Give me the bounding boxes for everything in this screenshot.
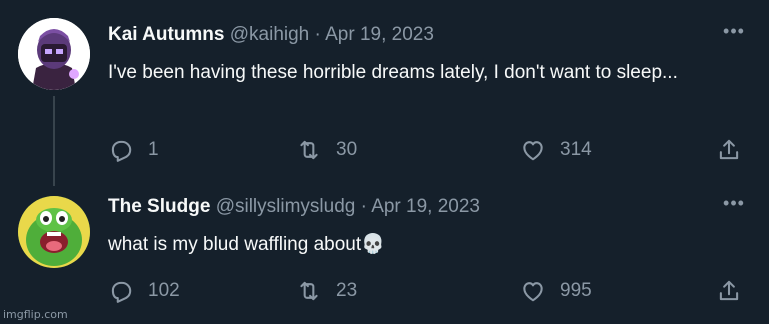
thread-line xyxy=(53,96,55,186)
like-button[interactable]: 314 xyxy=(520,137,592,163)
handle[interactable]: @kaihigh xyxy=(230,24,310,45)
handle[interactable]: @sillyslimysludg xyxy=(216,196,356,217)
retweet-icon xyxy=(300,281,318,301)
tweet[interactable]: The Sludge @sillyslimysludg · Apr 19, 20… xyxy=(0,180,769,324)
reply-button[interactable]: 1 xyxy=(108,137,159,163)
avatar[interactable] xyxy=(18,196,90,268)
tweet-date[interactable]: Apr 19, 2023 xyxy=(371,196,480,217)
share-icon xyxy=(719,280,739,301)
like-count: 995 xyxy=(560,280,592,301)
share-icon xyxy=(719,139,739,160)
tweet-actions: 1 30 314 xyxy=(108,137,748,167)
like-icon xyxy=(523,141,543,161)
separator: · xyxy=(360,196,367,217)
tweet-text: what is my blud waffling about💀 xyxy=(108,234,385,255)
share-button[interactable] xyxy=(716,137,742,163)
share-button[interactable] xyxy=(716,278,742,304)
retweet-button[interactable]: 23 xyxy=(296,278,357,304)
avatar-image xyxy=(18,196,90,268)
like-button[interactable]: 995 xyxy=(520,278,592,304)
tweet-actions: 102 23 995 xyxy=(108,278,748,308)
tweet-text: I've been having these horrible dreams l… xyxy=(108,62,678,83)
display-name[interactable]: The Sludge xyxy=(108,196,210,217)
watermark: imgflip.com xyxy=(3,308,68,321)
reply-count: 102 xyxy=(148,280,180,301)
tweet-header: Kai Autumns @kaihigh · Apr 19, 2023 xyxy=(108,24,434,46)
retweet-count: 30 xyxy=(336,139,358,160)
like-icon xyxy=(523,282,543,302)
more-icon[interactable]: ••• xyxy=(721,194,747,212)
reply-icon xyxy=(111,140,132,162)
like-count: 314 xyxy=(560,139,592,160)
tweet-date[interactable]: Apr 19, 2023 xyxy=(325,24,434,45)
tweet-header: The Sludge @sillyslimysludg · Apr 19, 20… xyxy=(108,196,480,218)
retweet-count: 23 xyxy=(336,280,358,301)
more-icon[interactable]: ••• xyxy=(721,22,747,40)
retweet-icon xyxy=(300,140,318,160)
reply-button[interactable]: 102 xyxy=(108,278,180,304)
display-name[interactable]: Kai Autumns xyxy=(108,24,224,45)
avatar-image xyxy=(18,18,90,90)
reply-icon xyxy=(111,281,132,303)
reply-count: 1 xyxy=(148,139,159,160)
separator: · xyxy=(314,24,321,45)
retweet-button[interactable]: 30 xyxy=(296,137,357,163)
avatar[interactable] xyxy=(18,18,90,90)
tweet[interactable]: Kai Autumns @kaihigh · Apr 19, 2023 ••• … xyxy=(0,0,769,186)
